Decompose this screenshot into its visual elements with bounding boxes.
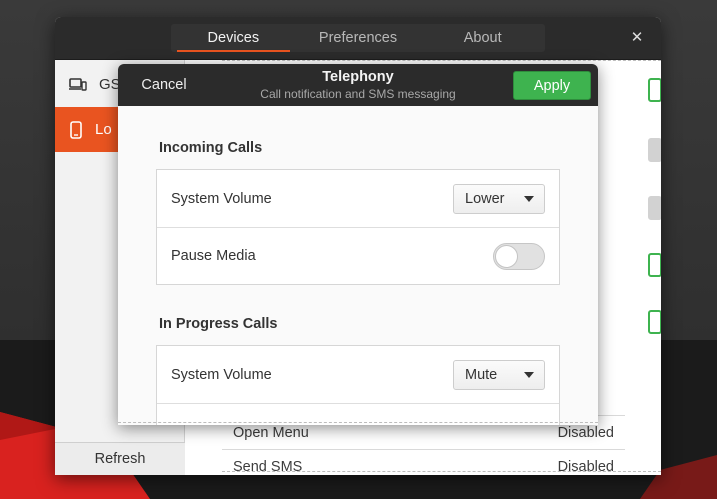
row-label: System Volume <box>171 190 272 207</box>
panel-bottom-divider <box>222 471 661 472</box>
bg-button-edge <box>648 253 661 277</box>
apply-button[interactable]: Apply <box>513 71 591 100</box>
view-switcher: Devices Preferences About <box>171 24 545 52</box>
chevron-down-icon <box>524 371 534 378</box>
bg-switch-edge <box>648 138 661 162</box>
tab-preferences[interactable]: Preferences <box>296 24 421 52</box>
row-pause-media: Pause Media <box>157 227 559 284</box>
row-label: System Volume <box>171 366 272 383</box>
panel-top-divider <box>222 60 661 61</box>
in-progress-volume-dropdown[interactable]: Mute <box>453 359 545 390</box>
section-title-incoming-calls: Incoming Calls <box>159 140 263 156</box>
close-icon[interactable]: ✕ <box>627 28 647 48</box>
in-progress-calls-list: System Volume Mute <box>156 345 560 425</box>
shortcut-label: Open Menu <box>233 424 309 441</box>
bg-button-edge <box>648 78 661 102</box>
switch-knob <box>495 244 518 268</box>
dropdown-value: Mute <box>465 366 498 383</box>
sidebar-item-label: Lo <box>95 121 112 138</box>
tab-devices[interactable]: Devices <box>171 24 296 52</box>
pause-media-switch[interactable] <box>493 242 545 270</box>
refresh-button[interactable]: Refresh <box>55 442 185 475</box>
dropdown-value: Lower <box>465 190 505 207</box>
dialog-subtitle: Call notification and SMS messaging <box>260 87 456 101</box>
dialog-body: Incoming Calls System Volume Lower Pause… <box>118 106 598 425</box>
cancel-button[interactable]: Cancel <box>130 71 198 99</box>
incoming-volume-dropdown[interactable]: Lower <box>453 183 545 214</box>
shortcut-value: Disabled <box>557 424 614 441</box>
section-title-in-progress-calls: In Progress Calls <box>159 316 278 332</box>
bg-switch-edge <box>648 196 661 220</box>
incoming-calls-list: System Volume Lower Pause Media <box>156 169 560 285</box>
dialog-scroll-edge <box>118 422 598 423</box>
dialog-title: Telephony <box>322 69 394 85</box>
shortcut-value: Disabled <box>557 458 614 475</box>
tab-about[interactable]: About <box>420 24 545 52</box>
main-headerbar: Devices Preferences About ✕ <box>55 17 661 60</box>
shortcut-label: Send SMS <box>233 458 303 475</box>
row-label: Pause Media <box>171 248 256 264</box>
telephony-dialog: Cancel Telephony Call notification and S… <box>118 64 598 425</box>
dialog-headerbar: Cancel Telephony Call notification and S… <box>118 64 598 106</box>
chevron-down-icon <box>524 195 534 202</box>
row-incoming-system-volume: System Volume Lower <box>157 170 559 227</box>
smartphone-icon <box>70 120 82 139</box>
row-in-progress-system-volume: System Volume Mute <box>157 346 559 403</box>
laptop-phone-icon <box>69 77 87 91</box>
bg-button-edge <box>648 310 661 334</box>
